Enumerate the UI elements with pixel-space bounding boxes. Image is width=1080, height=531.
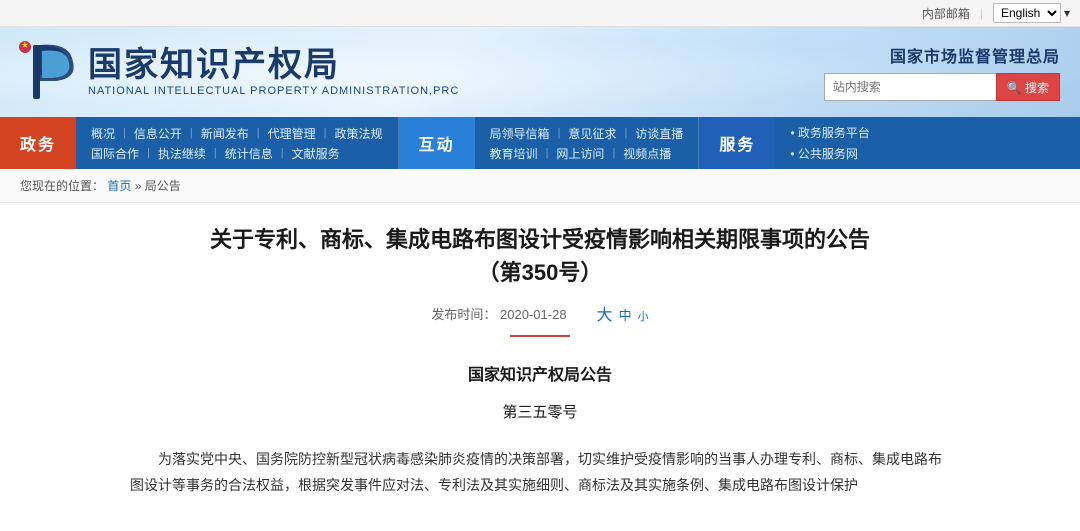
nav-link-gaikuang[interactable]: 概况	[91, 125, 115, 142]
article-title-line1: 关于专利、商标、集成电路布图设计受疫情影响相关期限事项的公告	[130, 223, 950, 256]
nav-tab-fuwu[interactable]: 服务	[699, 117, 775, 169]
logo-icon	[15, 37, 80, 107]
breadcrumb-sep1: »	[135, 179, 145, 193]
article-org-title: 国家知识产权局公告	[130, 362, 950, 391]
language-selector[interactable]: English ▾	[993, 3, 1070, 23]
nav-link-wenxianfuwu[interactable]: 文献服务	[292, 145, 340, 162]
nav-link-julingdaoxinxiang[interactable]: 局领导信箱	[490, 125, 550, 142]
search-button[interactable]: 🔍 搜索	[996, 73, 1060, 101]
nav-zhengwu-row2: 国际合作 | 执法继续 | 统计信息 | 文献服务	[91, 145, 383, 162]
publish-label: 发布时间：	[431, 307, 496, 322]
article-issue-number: 第三五零号	[130, 399, 950, 426]
logo-english-name: NATIONAL INTELLECTUAL PROPERTY ADMINISTR…	[88, 85, 459, 97]
breadcrumb-home[interactable]: 首页	[107, 179, 131, 193]
font-size-controls: 大 中 小	[597, 301, 649, 325]
top-bar: 内部邮箱 | English ▾	[0, 0, 1080, 27]
header: 国家知识产权局 NATIONAL INTELLECTUAL PROPERTY A…	[0, 27, 1080, 117]
internal-mail-link[interactable]: 内部邮箱	[922, 5, 970, 22]
nav-link-zhengwufuwupingtai[interactable]: 政务服务平台	[790, 124, 870, 141]
nav-link-jiaoyupeixun[interactable]: 教育培训	[490, 145, 538, 162]
nav-zhengwu-links: 概况 | 信息公开 | 新闻发布 | 代理管理 | 政策法规 国际合作 | 执法…	[76, 117, 399, 169]
nav-tab-hudo[interactable]: 互动	[399, 117, 475, 169]
nav-hudo-row2: 教育培训 | 网上访问 | 视频点播	[490, 145, 684, 162]
language-dropdown[interactable]: English	[993, 3, 1061, 23]
font-small-btn[interactable]: 小	[638, 308, 649, 324]
nav-tab-zhengwu[interactable]: 政务	[0, 117, 76, 169]
parent-org-name: 国家市场监督管理总局	[890, 43, 1060, 67]
search-input[interactable]	[824, 73, 996, 101]
search-box: 🔍 搜索	[824, 73, 1060, 101]
article-title: 关于专利、商标、集成电路布图设计受疫情影响相关期限事项的公告 （第350号）	[130, 223, 950, 289]
top-bar-divider: |	[980, 6, 983, 20]
nav-link-guojihezuo[interactable]: 国际合作	[91, 145, 139, 162]
article-title-line2: （第350号）	[130, 256, 950, 289]
nav-link-tongjixinxi[interactable]: 统计信息	[225, 145, 273, 162]
logo-area: 国家知识产权局 NATIONAL INTELLECTUAL PROPERTY A…	[15, 37, 459, 107]
nav-link-fangtan[interactable]: 访谈直播	[635, 125, 683, 142]
nav-hudo-row1: 局领导信箱 | 意见征求 | 访谈直播	[490, 125, 684, 142]
breadcrumb: 您现在的位置： 首页 » 局公告	[0, 169, 1080, 203]
breadcrumb-current: 局公告	[145, 179, 181, 193]
nav-link-dailiguanli[interactable]: 代理管理	[268, 125, 316, 142]
nav-link-yijianzhengqiu[interactable]: 意见征求	[568, 125, 616, 142]
nav-link-xinxigongkai[interactable]: 信息公开	[134, 125, 182, 142]
publish-info: 发布时间： 2020-01-28	[431, 304, 566, 323]
nav-service-links: 政务服务平台 公共服务网	[775, 117, 885, 169]
breadcrumb-prefix: 您现在的位置：	[20, 179, 104, 193]
nav-bar: 政务 概况 | 信息公开 | 新闻发布 | 代理管理 | 政策法规 国际合作 |…	[0, 117, 1080, 169]
article-content: 关于专利、商标、集成电路布图设计受疫情影响相关期限事项的公告 （第350号） 发…	[90, 203, 990, 531]
article-divider	[510, 335, 570, 337]
article-body: 国家知识产权局公告 第三五零号 为落实党中央、国务院防控新型冠状病毒感染肺炎疫情…	[130, 362, 950, 499]
nav-link-zhengcefagui[interactable]: 政策法规	[335, 125, 383, 142]
article-meta: 发布时间： 2020-01-28 大 中 小	[130, 301, 950, 325]
nav-link-shipindianbo[interactable]: 视频点播	[623, 145, 671, 162]
nav-link-xinwenfabu[interactable]: 新闻发布	[201, 125, 249, 142]
logo-chinese-name: 国家知识产权局	[88, 47, 459, 84]
nav-zhengwu-row1: 概况 | 信息公开 | 新闻发布 | 代理管理 | 政策法规	[91, 125, 383, 142]
logo-text: 国家知识产权局 NATIONAL INTELLECTUAL PROPERTY A…	[88, 47, 459, 96]
font-medium-btn[interactable]: 中	[619, 305, 632, 324]
header-right: 国家市场监督管理总局 🔍 搜索	[824, 43, 1060, 101]
publish-date: 2020-01-28	[500, 307, 567, 322]
nav-hudo-links: 局领导信箱 | 意见征求 | 访谈直播 教育培训 | 网上访问 | 视频点播	[475, 117, 700, 169]
dropdown-arrow-icon: ▾	[1064, 6, 1070, 20]
font-large-btn[interactable]: 大	[597, 301, 613, 325]
nav-link-gonggongfuwuwang[interactable]: 公共服务网	[790, 145, 870, 162]
nav-link-zhifajixu[interactable]: 执法继续	[158, 145, 206, 162]
article-paragraph-1: 为落实党中央、国务院防控新型冠状病毒感染肺炎疫情的决策部署，切实维护受疫情影响的…	[130, 446, 950, 499]
nav-link-wangshangfangwen[interactable]: 网上访问	[556, 145, 604, 162]
